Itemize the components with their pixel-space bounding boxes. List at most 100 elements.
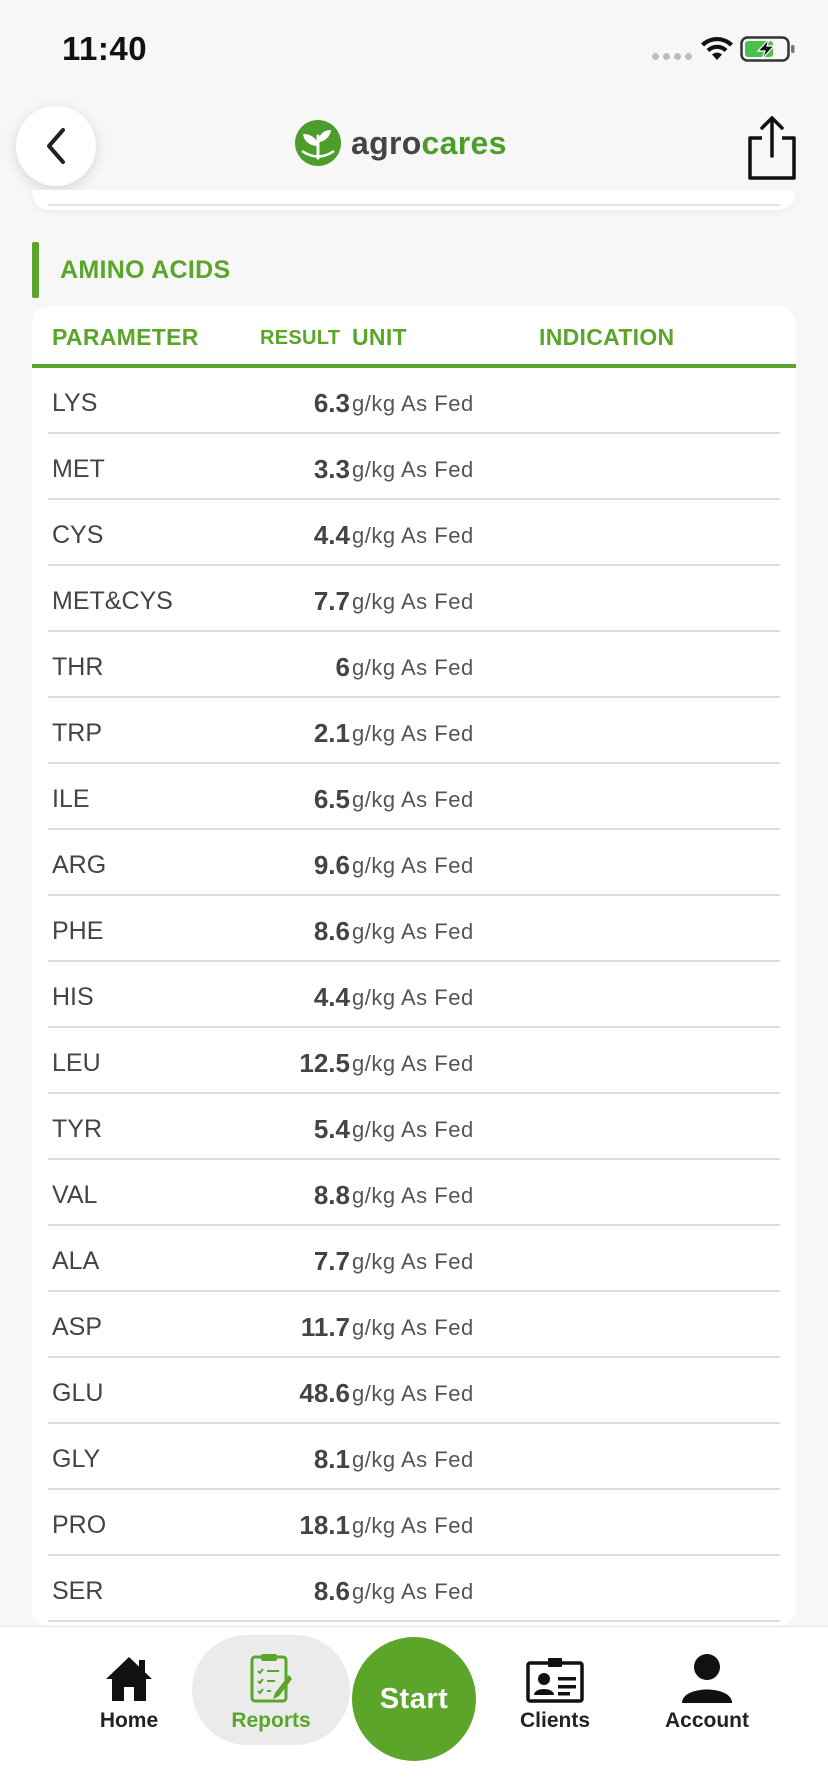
table-row: HIS 4.4 g/kg As Fed xyxy=(48,962,780,1028)
column-header-indication: INDICATION xyxy=(539,324,675,350)
previous-card-edge xyxy=(32,190,796,210)
unit-cell: g/kg As Fed xyxy=(352,655,474,680)
result-cell: 6 xyxy=(335,652,350,682)
parameter-cell: PHE xyxy=(52,917,104,945)
parameter-cell: GLY xyxy=(52,1445,101,1473)
column-header-unit: UNIT xyxy=(352,324,407,350)
section-title: AMINO ACIDS xyxy=(60,256,231,284)
unit-cell: g/kg As Fed xyxy=(352,721,474,746)
table-row: MET&CYS 7.7 g/kg As Fed xyxy=(48,566,780,632)
unit-cell: g/kg As Fed xyxy=(352,1579,474,1604)
table-row: LYS 6.3 g/kg As Fed xyxy=(48,368,780,434)
table-row: PRO 18.1 g/kg As Fed xyxy=(48,1490,780,1556)
agrocares-logo: agrocares xyxy=(293,118,507,168)
parameter-cell: MET&CYS xyxy=(52,587,173,615)
battery-charging-icon xyxy=(740,36,795,62)
parameter-cell: ALA xyxy=(52,1247,100,1275)
table-row: ASP 11.7 g/kg As Fed xyxy=(48,1292,780,1358)
parameter-cell: ILE xyxy=(52,785,90,813)
unit-cell: g/kg As Fed xyxy=(352,1249,474,1274)
result-cell: 48.6 xyxy=(299,1378,350,1408)
unit-cell: g/kg As Fed xyxy=(352,1447,474,1472)
parameter-cell: GLU xyxy=(52,1379,104,1407)
result-cell: 3.3 xyxy=(313,454,350,484)
parameter-cell: CYS xyxy=(52,521,104,549)
parameter-cell: HIS xyxy=(52,983,94,1011)
cellular-dots-icon xyxy=(652,53,692,60)
result-cell: 6.5 xyxy=(313,784,350,814)
bottom-tab-bar: Home Reports Start Clients Account xyxy=(0,1626,828,1792)
parameter-cell: ARG xyxy=(52,851,107,879)
table-row: GLU 48.6 g/kg As Fed xyxy=(48,1358,780,1424)
unit-cell: g/kg As Fed xyxy=(352,1117,474,1142)
logo-text-agro: agro xyxy=(351,124,422,161)
header: agrocares xyxy=(0,96,828,196)
table-row: CYS 4.4 g/kg As Fed xyxy=(48,500,780,566)
table-row: TYR 5.4 g/kg As Fed xyxy=(48,1094,780,1160)
unit-cell: g/kg As Fed xyxy=(352,985,474,1010)
tab-reports[interactable]: Reports xyxy=(192,1635,350,1745)
unit-cell: g/kg As Fed xyxy=(352,1513,474,1538)
result-cell: 2.1 xyxy=(313,718,350,748)
parameter-cell: TYR xyxy=(52,1115,102,1143)
unit-cell: g/kg As Fed xyxy=(352,787,474,812)
parameter-cell: LYS xyxy=(52,389,98,417)
table-row: SER 8.6 g/kg As Fed xyxy=(48,1556,780,1622)
amino-acids-table: PARAMETER RESULT UNIT INDICATION LYS 6.3 g… xyxy=(32,306,796,1626)
table-row: TRP 2.1 g/kg As Fed xyxy=(48,698,780,764)
back-chevron-icon xyxy=(47,128,65,164)
tab-clients[interactable]: Clients xyxy=(510,1627,600,1753)
unit-cell: g/kg As Fed xyxy=(352,919,474,944)
tab-account-label: Account xyxy=(665,1709,749,1732)
parameter-cell: TRP xyxy=(52,719,102,747)
result-cell: 5.4 xyxy=(313,1114,350,1144)
result-cell: 9.6 xyxy=(313,850,350,880)
status-time: 11:40 xyxy=(62,30,148,67)
table-header: PARAMETER RESULT UNIT INDICATION xyxy=(32,306,796,368)
report-clipboard-icon xyxy=(250,1654,292,1703)
result-cell: 4.4 xyxy=(313,520,350,550)
unit-cell: g/kg As Fed xyxy=(352,1381,474,1406)
tab-clients-label: Clients xyxy=(519,1709,590,1732)
parameter-cell: ASP xyxy=(52,1313,103,1341)
tab-account[interactable]: Account xyxy=(652,1627,762,1753)
table-row: VAL 8.8 g/kg As Fed xyxy=(48,1160,780,1226)
tab-home-label: Home xyxy=(99,1709,159,1732)
table-row: ARG 9.6 g/kg As Fed xyxy=(48,830,780,896)
table-row: LEU 12.5 g/kg As Fed xyxy=(48,1028,780,1094)
result-cell: 8.6 xyxy=(313,916,350,946)
table-row: MET 3.3 g/kg As Fed xyxy=(48,434,780,500)
parameter-cell: THR xyxy=(52,653,104,681)
table-row: THR 6 g/kg As Fed xyxy=(48,632,780,698)
leaf-logo-icon xyxy=(295,120,341,166)
column-header-result: RESULT xyxy=(260,327,341,349)
parameter-cell: LEU xyxy=(52,1049,101,1077)
result-cell: 12.5 xyxy=(299,1048,350,1078)
result-cell: 6.3 xyxy=(313,388,350,418)
result-cell: 8.1 xyxy=(313,1444,350,1474)
logo-wordmark: agrocares xyxy=(351,125,507,162)
back-button[interactable] xyxy=(16,106,96,186)
person-icon xyxy=(682,1654,732,1703)
table-body: LYS 6.3 g/kg As Fed MET 3.3 g/kg As Fed CYS 4.4… xyxy=(32,368,796,1622)
result-cell: 18.1 xyxy=(299,1510,350,1540)
tab-home[interactable]: Home xyxy=(84,1627,174,1753)
unit-cell: g/kg As Fed xyxy=(352,1051,474,1076)
column-header-parameter: PARAMETER xyxy=(52,324,199,350)
table-row: ILE 6.5 g/kg As Fed xyxy=(48,764,780,830)
unit-cell: g/kg As Fed xyxy=(352,391,474,416)
parameter-cell: VAL xyxy=(52,1181,98,1209)
share-icon[interactable] xyxy=(744,114,800,182)
table-row: ALA 7.7 g/kg As Fed xyxy=(48,1226,780,1292)
table-row: GLY 8.1 g/kg As Fed xyxy=(48,1424,780,1490)
logo-text-cares: cares xyxy=(421,124,507,161)
parameter-cell: SER xyxy=(52,1577,104,1605)
parameter-cell: PRO xyxy=(52,1511,107,1539)
start-button[interactable]: Start xyxy=(352,1637,476,1761)
result-cell: 7.7 xyxy=(313,1246,350,1276)
unit-cell: g/kg As Fed xyxy=(352,589,474,614)
parameter-cell: MET xyxy=(52,455,105,483)
result-cell: 8.8 xyxy=(313,1180,350,1210)
result-cell: 11.7 xyxy=(300,1312,350,1342)
result-cell: 4.4 xyxy=(313,982,350,1012)
